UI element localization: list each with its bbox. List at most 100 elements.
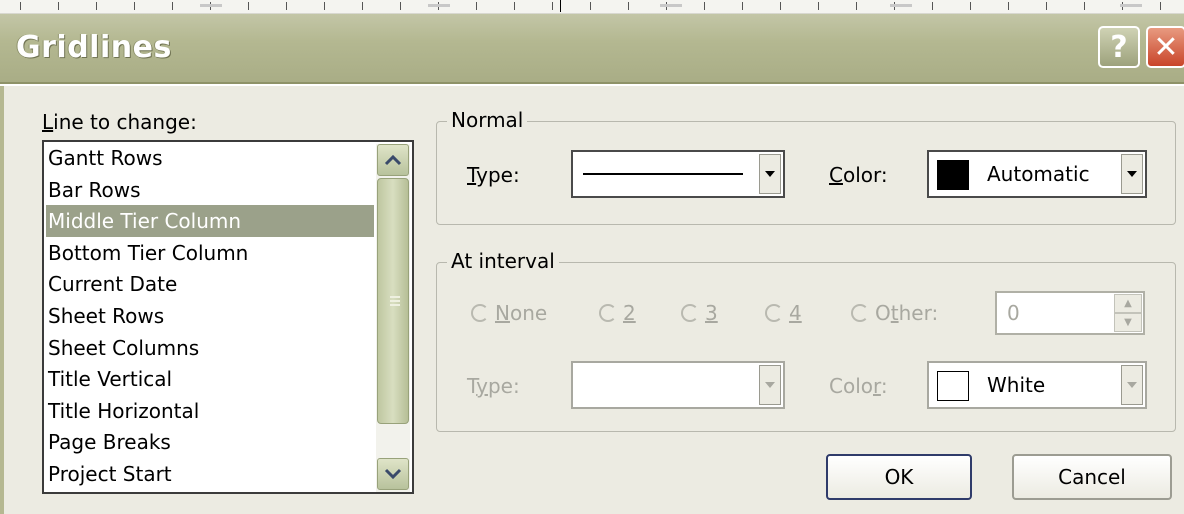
spin-down-button[interactable]: ▼ — [1114, 313, 1142, 332]
radio-none[interactable]: None — [471, 301, 547, 325]
list-item[interactable]: Page Breaks — [46, 426, 374, 458]
ok-button[interactable]: OK — [826, 454, 972, 500]
list-item[interactable]: Bottom Tier Column — [46, 237, 374, 269]
ruler-tick — [742, 2, 743, 10]
ruler-tick — [248, 2, 249, 10]
label-rest: pe: — [487, 374, 520, 398]
radio-dot — [765, 304, 783, 322]
label-rest: olor: — [842, 163, 888, 187]
radio-dot — [599, 304, 617, 322]
dialog-body: Line to change: Gantt Rows Bar Rows Middle… — [0, 86, 1184, 514]
interval-color-value: White — [987, 373, 1046, 397]
label-first: O — [875, 301, 891, 325]
interval-color-label: Color: — [829, 374, 888, 398]
other-interval-spinner[interactable]: 0 ▲ ▼ — [995, 291, 1145, 335]
help-button[interactable]: ? — [1098, 26, 1140, 68]
close-button[interactable]: ✕ — [1146, 26, 1184, 68]
accel-char: C — [829, 163, 843, 187]
accel-char: y — [476, 374, 488, 398]
label-rest: her: — [898, 301, 939, 325]
dropdown-button[interactable] — [759, 365, 781, 405]
label-rest: ype: — [476, 163, 520, 187]
ruler-tick — [552, 2, 553, 10]
line-to-change-list[interactable]: Gantt Rows Bar Rows Middle Tier Column Bott… — [42, 140, 414, 494]
ruler-tick — [1084, 2, 1085, 10]
list-item[interactable]: Title Horizontal — [46, 395, 374, 427]
normal-group: Normal Type: Color: Automatic — [436, 108, 1176, 225]
radio-2[interactable]: 2 — [599, 301, 636, 325]
ruler-tick — [476, 2, 477, 10]
accel-char: r — [873, 374, 881, 398]
ruler-tick — [58, 2, 59, 10]
dropdown-button[interactable] — [759, 154, 781, 194]
grip-line — [390, 300, 400, 302]
dropdown-arrow-icon — [765, 382, 775, 388]
radio-3[interactable]: 3 — [681, 301, 718, 325]
radio-label: one — [509, 301, 548, 325]
list-item[interactable]: Project Start — [46, 458, 374, 490]
list-item[interactable]: Current Date — [46, 268, 374, 300]
ruler-tick — [362, 2, 363, 10]
list-item[interactable]: Bar Rows — [46, 174, 374, 206]
line-to-change-rest: ine to change: — [53, 110, 197, 134]
ruler-tick — [1160, 2, 1161, 10]
color-swatch — [937, 371, 969, 401]
line-style-preview — [583, 173, 743, 175]
scroll-up-button[interactable] — [377, 144, 409, 176]
radio-label: 4 — [789, 301, 802, 325]
radio-dot — [681, 304, 699, 322]
ruler-tick — [286, 2, 287, 10]
ruler-marker — [660, 4, 682, 7]
list-item[interactable]: Sheet Columns — [46, 332, 374, 364]
ruler — [0, 0, 1184, 14]
dialog-title: Gridlines — [16, 30, 172, 65]
close-icon: ✕ — [1153, 29, 1179, 65]
ruler-tick — [514, 2, 515, 10]
help-icon: ? — [1110, 29, 1128, 65]
ruler-tick — [970, 2, 971, 10]
normal-color-label: Color: — [829, 163, 888, 187]
ruler-tick — [856, 2, 857, 10]
normal-type-label: Type: — [467, 163, 520, 187]
ruler-tick — [400, 2, 401, 10]
interval-type-label: Type: — [467, 374, 520, 398]
line-to-change-accel: L — [42, 110, 54, 134]
dropdown-button[interactable] — [1121, 154, 1143, 194]
scroll-thumb[interactable] — [377, 178, 409, 424]
normal-color-value: Automatic — [987, 162, 1090, 186]
label-first: T — [467, 374, 477, 398]
normal-type-combo[interactable] — [571, 150, 785, 198]
list-item[interactable]: Middle Tier Column — [46, 205, 374, 238]
ruler-tick — [134, 2, 135, 10]
grip-line — [390, 304, 400, 306]
spin-up-button[interactable]: ▲ — [1114, 294, 1142, 313]
line-to-change-label: Line to change: — [42, 110, 197, 134]
interval-color-combo[interactable]: White — [927, 361, 1147, 409]
accel-char: N — [495, 301, 510, 325]
list-item[interactable]: Sheet Rows — [46, 300, 374, 332]
list-item[interactable]: Gantt Rows — [46, 142, 374, 174]
ruler-current-marker — [560, 0, 561, 12]
dropdown-arrow-icon — [1127, 171, 1137, 177]
radio-4[interactable]: 4 — [765, 301, 802, 325]
ruler-marker — [890, 4, 912, 7]
radio-dot — [851, 304, 869, 322]
dropdown-button[interactable] — [1121, 365, 1143, 405]
title-bar: Gridlines ? ✕ — [0, 14, 1184, 84]
ruler-tick — [590, 2, 591, 10]
normal-color-combo[interactable]: Automatic — [927, 150, 1147, 198]
label-first: Colo — [829, 374, 873, 398]
at-interval-legend: At interval — [447, 249, 559, 273]
ruler-marker — [428, 4, 450, 7]
radio-other[interactable]: Ot her: — [851, 301, 938, 325]
other-interval-value: 0 — [1007, 301, 1020, 325]
ruler-tick — [780, 2, 781, 10]
scroll-down-button[interactable] — [377, 458, 409, 490]
list-item[interactable]: Title Vertical — [46, 363, 374, 395]
interval-type-combo[interactable] — [571, 361, 785, 409]
cancel-button[interactable]: Cancel — [1012, 454, 1172, 500]
dropdown-arrow-icon — [1127, 382, 1137, 388]
list-scrollbar[interactable] — [376, 144, 410, 492]
ruler-tick — [96, 2, 97, 10]
ruler-tick — [628, 2, 629, 10]
